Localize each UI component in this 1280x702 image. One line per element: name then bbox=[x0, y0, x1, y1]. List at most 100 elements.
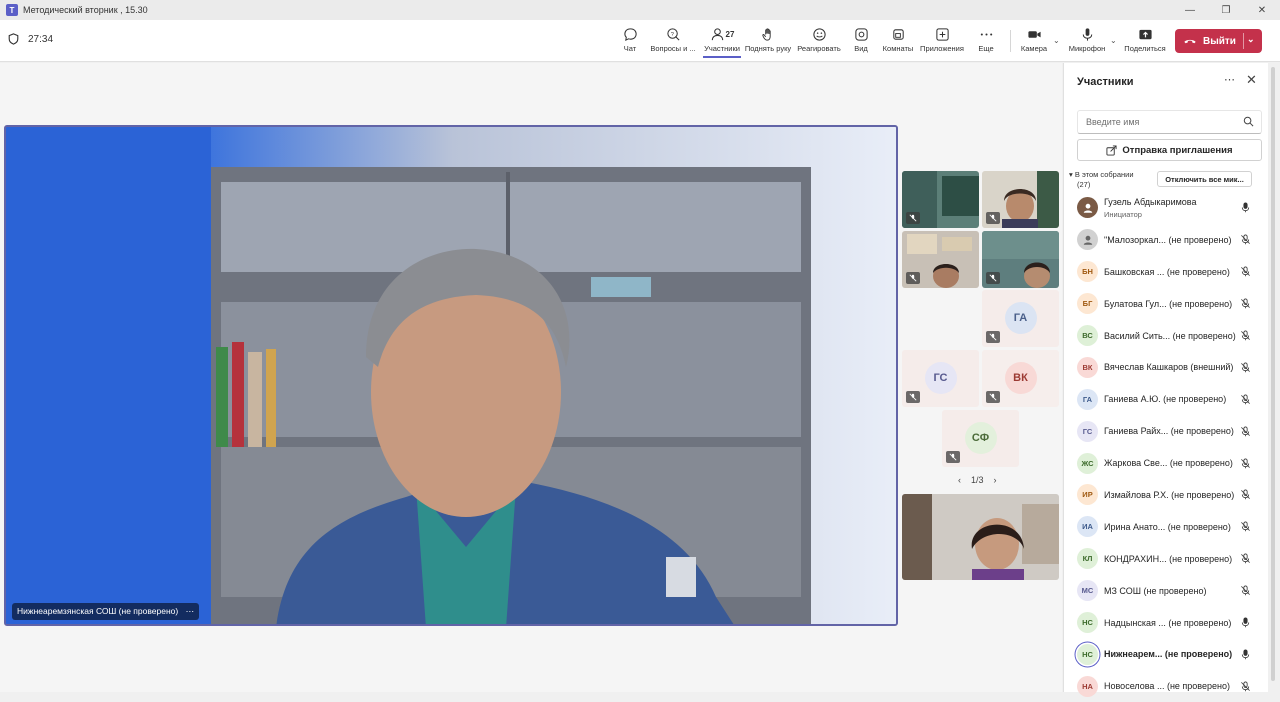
restore-icon[interactable]: ❐ bbox=[1208, 0, 1244, 20]
next-page-chevron-icon[interactable]: › bbox=[994, 475, 997, 485]
camera-button[interactable]: Камера bbox=[1020, 24, 1048, 58]
mute-all-label: Отключить все мик... bbox=[1165, 174, 1244, 184]
prev-page-chevron-icon[interactable]: ‹ bbox=[958, 475, 961, 485]
muted-mic-icon bbox=[986, 212, 1000, 224]
close-window-icon[interactable]: ✕ bbox=[1244, 0, 1280, 20]
participant-name: Ирина Анато... (не проверено) bbox=[1104, 521, 1231, 532]
camera-label: Камера bbox=[1020, 44, 1048, 53]
view-button[interactable]: Вид bbox=[849, 24, 873, 58]
more-icon bbox=[980, 32, 992, 36]
avatar bbox=[1077, 229, 1098, 251]
muted-mic-icon bbox=[1241, 521, 1250, 532]
participant-row[interactable]: КЛ КОНДРАХИН... (не проверено) bbox=[1064, 543, 1269, 575]
react-button[interactable]: Реагировать bbox=[797, 24, 841, 58]
microphone-button[interactable]: Микрофон bbox=[1068, 24, 1106, 58]
participant-row[interactable]: "Малозоркал... (не проверено) bbox=[1064, 224, 1269, 256]
close-icon[interactable]: ✕ bbox=[1246, 72, 1257, 88]
muted-mic-icon bbox=[1241, 330, 1250, 341]
section-collapse-icon: ▾ bbox=[1069, 170, 1073, 179]
mute-all-button[interactable]: Отключить все мик... bbox=[1157, 171, 1252, 187]
camera-options-chevron-icon[interactable]: ⌄ bbox=[1053, 36, 1060, 45]
chat-button[interactable]: Чат bbox=[617, 24, 643, 58]
self-view-tile[interactable] bbox=[902, 494, 1059, 580]
participant-name: Гузель Абдыкаримова bbox=[1104, 197, 1197, 207]
muted-mic-icon bbox=[906, 212, 920, 224]
phone-hangup-icon bbox=[1184, 39, 1196, 44]
qa-icon: ? bbox=[666, 27, 679, 40]
qa-button[interactable]: ? Вопросы и ... bbox=[650, 24, 696, 58]
svg-text:?: ? bbox=[670, 31, 673, 37]
people-icon bbox=[711, 27, 723, 40]
avatar: НА bbox=[1077, 675, 1098, 697]
camera-icon bbox=[1027, 30, 1041, 38]
participant-row[interactable]: ГА Ганиева А.Ю. (не проверено) bbox=[1064, 383, 1269, 415]
raise-hand-button[interactable]: Поднять руку bbox=[745, 24, 791, 58]
participant-name: Измайлова Р.Х. (не проверено) bbox=[1104, 489, 1235, 500]
teams-logo-icon: T bbox=[6, 4, 18, 16]
video-tile[interactable] bbox=[902, 171, 979, 228]
raise-hand-label: Поднять руку bbox=[744, 44, 792, 53]
chat-icon bbox=[623, 27, 637, 41]
avatar: ИР bbox=[1077, 484, 1098, 506]
main-video-tile[interactable]: Нижнеаремзянская СОШ (не проверено) ⋯ bbox=[4, 125, 898, 626]
panel-title: Участники bbox=[1077, 76, 1134, 88]
leave-button[interactable]: Выйти ⌄ bbox=[1175, 29, 1262, 53]
muted-mic-icon bbox=[1241, 266, 1250, 277]
scrollbar[interactable] bbox=[1270, 63, 1276, 692]
participant-row[interactable]: ИА Ирина Анато... (не проверено) bbox=[1064, 511, 1269, 543]
minimize-icon[interactable]: — bbox=[1172, 0, 1208, 20]
video-tile[interactable] bbox=[902, 231, 979, 288]
page-indicator: 1/3 bbox=[971, 475, 984, 485]
participant-row[interactable]: МС МЗ СОШ (не проверено) bbox=[1064, 575, 1269, 607]
participant-row[interactable]: НС Нижнеарем... (не проверено) bbox=[1064, 638, 1269, 670]
participant-row[interactable]: ЖС Жаркова Све... (не проверено) bbox=[1064, 447, 1269, 479]
apps-button[interactable]: Приложения bbox=[920, 24, 964, 58]
section-count: (27) bbox=[1077, 180, 1091, 189]
muted-mic-icon bbox=[986, 272, 1000, 284]
meeting-toolbar: 27:34 Чат ? Вопросы и ... 27 Участники П… bbox=[0, 20, 1280, 62]
microphone-label: Микрофон bbox=[1068, 44, 1106, 53]
microphone-options-chevron-icon[interactable]: ⌄ bbox=[1110, 36, 1117, 45]
muted-mic-icon bbox=[1241, 489, 1250, 500]
participant-row[interactable]: НС Надцынская ... (не проверено) bbox=[1064, 607, 1269, 639]
speaker-more-icon[interactable]: ⋯ bbox=[186, 606, 195, 616]
leave-options-chevron-icon[interactable]: ⌄ bbox=[1247, 34, 1255, 45]
participant-row[interactable]: ГС Ганиева Райх... (не проверено) bbox=[1064, 415, 1269, 447]
video-tile[interactable] bbox=[982, 171, 1059, 228]
more-button[interactable]: Еще bbox=[975, 24, 997, 58]
muted-mic-icon bbox=[946, 451, 960, 463]
participant-row[interactable]: НА Новоселова ... (не проверено) bbox=[1064, 670, 1269, 702]
avatar-tile[interactable]: ГА bbox=[982, 290, 1059, 347]
muted-mic-icon bbox=[906, 391, 920, 403]
muted-mic-icon bbox=[1241, 394, 1250, 405]
share-button[interactable]: Поделиться bbox=[1124, 24, 1166, 58]
participant-list: Гузель Абдыкаримова Инициатор "Малозоркал.… bbox=[1064, 192, 1269, 702]
avatar: ВС bbox=[1077, 325, 1098, 346]
share-icon bbox=[1138, 29, 1152, 39]
participant-row[interactable]: ВК Вячеслав Кашкаров (внешний) bbox=[1064, 351, 1269, 383]
panel-more-icon[interactable]: ⋯ bbox=[1224, 73, 1235, 86]
speaker-name: Нижнеаремзянская СОШ (не проверено) bbox=[17, 606, 179, 616]
participant-row[interactable]: Гузель Абдыкаримова Инициатор bbox=[1064, 192, 1269, 224]
in-meeting-section-header[interactable]: ▾ В этом собрании (27) bbox=[1069, 170, 1134, 190]
leave-label: Выйти bbox=[1203, 35, 1236, 47]
muted-mic-icon bbox=[1241, 298, 1250, 309]
meeting-timer: 27:34 bbox=[8, 33, 53, 45]
participant-row[interactable]: ИР Измайлова Р.Х. (не проверено) bbox=[1064, 479, 1269, 511]
section-label: В этом собрании bbox=[1074, 170, 1134, 179]
participant-row[interactable]: БГ Булатова Гул... (не проверено) bbox=[1064, 288, 1269, 320]
send-invite-button[interactable]: Отправка приглашения bbox=[1077, 139, 1262, 161]
participants-button[interactable]: 27 Участники bbox=[703, 24, 741, 58]
rooms-button[interactable]: Комнаты bbox=[882, 24, 914, 58]
avatar-tile[interactable]: ВК bbox=[982, 350, 1059, 407]
participant-row[interactable]: БН Башковская ... (не проверено) bbox=[1064, 256, 1269, 288]
avatar: СФ bbox=[964, 421, 997, 454]
participant-role: Инициатор bbox=[1104, 210, 1142, 219]
video-tile[interactable] bbox=[982, 231, 1059, 288]
participant-search-input[interactable]: Введите имя bbox=[1077, 110, 1262, 134]
avatar-tile[interactable]: СФ bbox=[942, 410, 1019, 467]
participant-row[interactable]: ВС Василий Сить... (не проверено) bbox=[1064, 320, 1269, 352]
share-label: Поделиться bbox=[1124, 44, 1166, 53]
avatar-tile[interactable]: ГС bbox=[902, 350, 979, 407]
participant-name: Нижнеарем... (не проверено) bbox=[1104, 649, 1233, 660]
